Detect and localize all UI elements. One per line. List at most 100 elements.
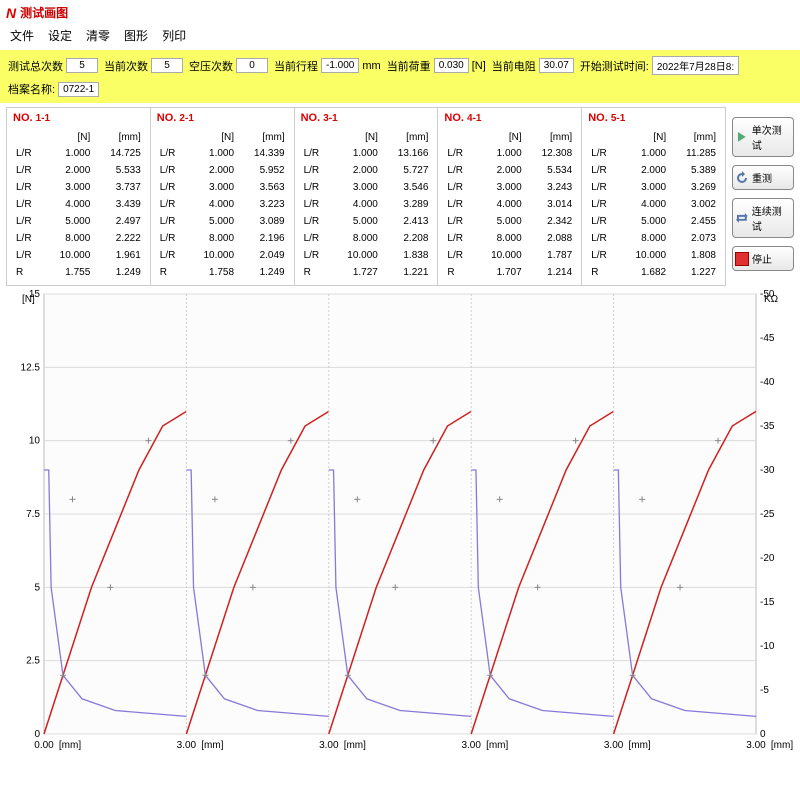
svg-text:-10: -10 — [760, 641, 775, 652]
col-n: [N] — [330, 130, 381, 145]
data-panels: NO. 1-1[N][mm]L/R1.00014.725L/R2.0005.53… — [6, 107, 726, 286]
table-row: L/R5.0002.455 — [588, 213, 719, 230]
table-row: L/R8.0002.073 — [588, 230, 719, 247]
svg-text:7.5: 7.5 — [26, 509, 40, 520]
table-row: L/R2.0005.727 — [301, 162, 432, 179]
svg-text:-15: -15 — [760, 597, 775, 608]
table-row: L/R3.0003.737 — [13, 179, 144, 196]
table-row: L/R4.0003.289 — [301, 196, 432, 213]
table-row: L/R8.0002.222 — [13, 230, 144, 247]
data-panel-1: NO. 1-1[N][mm]L/R1.00014.725L/R2.0005.53… — [7, 108, 151, 285]
table-row: L/R2.0005.534 — [444, 162, 575, 179]
data-panel-4: NO. 4-1 [N][mm]L/R1.00012.308L/R2.0005.53… — [438, 108, 582, 285]
svg-text:-20: -20 — [760, 553, 775, 564]
menu-print[interactable]: 列印 — [162, 27, 186, 44]
table-row: L/R2.0005.389 — [588, 162, 719, 179]
panel-title: NO. 4-1 — [444, 112, 575, 124]
table-row: L/R8.0002.208 — [301, 230, 432, 247]
svg-text:[N]: [N] — [22, 294, 35, 305]
start-time-label: 开始测试时间: — [580, 58, 649, 74]
svg-text:3.00: 3.00 — [604, 740, 624, 751]
panel-title: NO. 1-1 — [13, 112, 144, 124]
current-load-label: 当前荷重 — [387, 58, 431, 74]
table-row: L/R5.0003.089 — [157, 213, 288, 230]
title-bar: N 测试画图 — [0, 0, 800, 25]
table-row: L/R4.0003.014 — [444, 196, 575, 213]
current-res-label: 当前电阻 — [492, 58, 536, 74]
play-icon — [735, 130, 749, 144]
single-test-button[interactable]: 单次测试 — [732, 117, 794, 157]
table-row: L/R5.0002.497 — [13, 213, 144, 230]
menu-file[interactable]: 文件 — [10, 27, 34, 44]
data-table: [N][mm]L/R1.00013.166L/R2.0005.727L/R3.0… — [301, 130, 432, 281]
menu-graph[interactable]: 图形 — [124, 27, 148, 44]
table-row: L/R4.0003.223 — [157, 196, 288, 213]
retest-button[interactable]: 重测 — [732, 165, 794, 190]
table-row: L/R5.0002.342 — [444, 213, 575, 230]
file-name-value: 0722-1 — [58, 82, 99, 97]
panel-title: NO. 2-1 — [157, 112, 288, 124]
continuous-test-button[interactable]: 连续测试 — [732, 198, 794, 238]
load-unit: [N] — [472, 60, 486, 72]
svg-text:-25: -25 — [760, 509, 775, 520]
table-row: L/R10.0001.787 — [444, 247, 575, 264]
col-n: [N] — [43, 130, 94, 145]
table-row: L/R10.0001.808 — [588, 247, 719, 264]
table-row: L/R3.0003.243 — [444, 179, 575, 196]
svg-text:3.00: 3.00 — [461, 740, 481, 751]
svg-text:KΩ: KΩ — [764, 294, 779, 305]
table-row: L/R3.0003.269 — [588, 179, 719, 196]
menu-zero[interactable]: 清零 — [86, 27, 110, 44]
table-row: R1.7071.214 — [444, 264, 575, 281]
col-mm: [mm] — [93, 130, 144, 145]
table-row: L/R10.0001.961 — [13, 247, 144, 264]
col-mm: [mm] — [669, 130, 719, 145]
file-name-label: 档案名称: — [8, 81, 55, 97]
test-total-value: 5 — [66, 58, 98, 73]
table-row: R1.6821.227 — [588, 264, 719, 281]
svg-text:[mm]: [mm] — [771, 740, 793, 751]
data-table: [N][mm]L/R1.00014.339L/R2.0005.952L/R3.0… — [157, 130, 288, 281]
table-row: L/R1.00012.308 — [444, 145, 575, 162]
stop-button[interactable]: 停止 — [732, 246, 794, 271]
col-mm: [mm] — [525, 130, 576, 145]
current-stroke-label: 当前行程 — [274, 58, 318, 74]
test-total-label: 测试总次数 — [8, 58, 63, 74]
chart-area: 02.557.51012.5150-5-10-15-20-25-30-35-40… — [0, 290, 800, 766]
current-res-value: 30.07 — [539, 58, 574, 73]
table-row: L/R10.0001.838 — [301, 247, 432, 264]
col-mm: [mm] — [237, 130, 288, 145]
stroke-unit: mm — [362, 60, 380, 72]
table-row: R1.7551.249 — [13, 264, 144, 281]
svg-text:[mm]: [mm] — [59, 740, 81, 751]
empty-press-value: 0 — [236, 58, 268, 73]
col-mm: [mm] — [381, 130, 432, 145]
svg-text:-30: -30 — [760, 465, 775, 476]
stop-icon — [735, 252, 749, 266]
data-panel-2: NO. 2-1 [N][mm]L/R1.00014.339L/R2.0005.95… — [151, 108, 295, 285]
svg-text:2.5: 2.5 — [26, 656, 40, 667]
data-panel-5: NO. 5-1[N][mm]L/R1.00011.285L/R2.0005.38… — [582, 108, 725, 285]
svg-text:5: 5 — [34, 582, 40, 593]
menu-bar: 文件 设定 清零 图形 列印 — [0, 25, 800, 50]
table-row: R1.7581.249 — [157, 264, 288, 281]
data-table: [N][mm]L/R1.00012.308L/R2.0005.534L/R3.0… — [444, 130, 575, 281]
repeat-icon — [735, 211, 749, 225]
table-row: L/R10.0002.049 — [157, 247, 288, 264]
sidebar: 单次测试 重测 连续测试 停止 — [732, 107, 794, 286]
svg-text:0: 0 — [760, 729, 766, 740]
table-row: L/R1.00014.339 — [157, 145, 288, 162]
svg-text:[mm]: [mm] — [628, 740, 650, 751]
current-count-label: 当前次数 — [104, 58, 148, 74]
table-row: L/R4.0003.439 — [13, 196, 144, 213]
table-row: L/R8.0002.196 — [157, 230, 288, 247]
table-row: L/R1.00011.285 — [588, 145, 719, 162]
status-bar: 测试总次数5 当前次数5 空压次数0 当前行程-1.000mm 当前荷重0.03… — [0, 50, 800, 103]
svg-text:[mm]: [mm] — [486, 740, 508, 751]
svg-text:12.5: 12.5 — [21, 362, 41, 373]
chart: 02.557.51012.5150-5-10-15-20-25-30-35-40… — [6, 290, 794, 760]
svg-text:[mm]: [mm] — [201, 740, 223, 751]
menu-settings[interactable]: 设定 — [48, 27, 72, 44]
panel-title: NO. 3-1 — [301, 112, 432, 124]
table-row: L/R3.0003.546 — [301, 179, 432, 196]
